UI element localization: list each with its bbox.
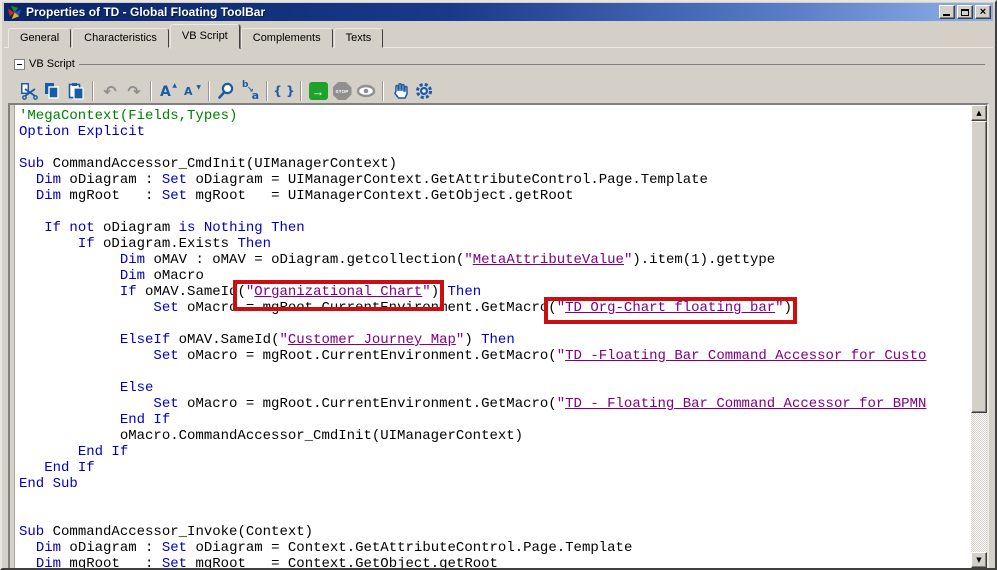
tab-texts[interactable]: Texts: [334, 28, 384, 48]
titlebar[interactable]: Properties of TD - Global Floating ToolB…: [4, 3, 993, 21]
code-line: Dim oDiagram : Set oDiagram = Context.Ge…: [19, 540, 971, 556]
code-area[interactable]: 'MegaContext(Fields,Types)Option Explici…: [16, 105, 971, 568]
close-icon: ×: [980, 7, 986, 17]
braces-icon: { }: [273, 84, 294, 98]
code-editor: 'MegaContext(Fields,Types)Option Explici…: [8, 103, 989, 570]
code-line: [19, 508, 971, 524]
code-line: Option Explicit: [19, 124, 971, 140]
code-line: Dim mgRoot : Set mgRoot = UIManagerConte…: [19, 188, 971, 204]
window-controls: ×: [939, 5, 991, 19]
code-line: Sub CommandAccessor_Invoke(Context): [19, 524, 971, 540]
minimize-icon: [943, 14, 950, 16]
code-line: Dim oMacro: [19, 268, 971, 284]
vertical-scrollbar[interactable]: ▲ ▼: [971, 105, 987, 568]
font-increase-button[interactable]: A▲: [156, 80, 180, 102]
groupbox-header: VB Script: [14, 57, 985, 71]
replace-icon: b↘a: [241, 82, 259, 100]
code-line: If not oDiagram is Nothing Then: [19, 220, 971, 236]
font-decrease-icon: A▼: [183, 82, 201, 100]
maximize-button[interactable]: [957, 5, 973, 19]
tab-vb-script[interactable]: VB Script: [170, 24, 240, 49]
code-line: Sub CommandAccessor_CmdInit(UIManagerCon…: [19, 156, 971, 172]
copy-icon: [43, 82, 61, 100]
braces-button[interactable]: { }: [272, 80, 296, 102]
content-panel: VB Script: [4, 47, 993, 570]
code-line: Dim oMAV : oMAV = oDiagram.getcollection…: [19, 252, 971, 268]
tab-general[interactable]: General: [8, 28, 71, 48]
font-increase-icon: A▲: [159, 82, 177, 100]
eye-icon: [356, 82, 376, 100]
font-decrease-button[interactable]: A▼: [180, 80, 204, 102]
tab-bar: General Characteristics VB Script Comple…: [8, 23, 384, 48]
code-line: End If: [19, 412, 971, 428]
down-arrow-icon: ▼: [976, 552, 981, 568]
toolbar-separator: [266, 81, 268, 101]
search-icon: [217, 82, 235, 100]
hand-icon: [391, 82, 409, 100]
code-line: [19, 140, 971, 156]
script-toolbar: ↶ ↷ A▲ A▼ b↘a { } → STOP: [16, 79, 436, 103]
scroll-up-button[interactable]: ▲: [971, 105, 987, 121]
paste-button[interactable]: [64, 80, 88, 102]
code-line: End If: [19, 460, 971, 476]
code-line: [19, 364, 971, 380]
toolbar-separator: [92, 81, 94, 101]
run-icon: →: [309, 82, 328, 100]
stop-icon: STOP: [333, 82, 352, 100]
code-line: [19, 492, 971, 508]
code-line: [19, 316, 971, 332]
code-line: End If: [19, 444, 971, 460]
scroll-thumb[interactable]: [971, 121, 987, 413]
code-line: If oMAV.SameId("Organizational Chart") T…: [19, 284, 971, 300]
undo-button[interactable]: ↶: [98, 80, 122, 102]
groupbox-label: VB Script: [29, 58, 75, 70]
copy-button[interactable]: [40, 80, 64, 102]
code-line: Set oMacro = mgRoot.CurrentEnvironment.G…: [19, 300, 971, 316]
replace-button[interactable]: b↘a: [238, 80, 262, 102]
paste-icon: [67, 82, 85, 100]
properties-dialog: Properties of TD - Global Floating ToolB…: [0, 0, 997, 570]
tab-characteristics[interactable]: Characteristics: [72, 28, 169, 48]
code-line: Dim oDiagram : Set oDiagram = UIManagerC…: [19, 172, 971, 188]
editor-gutter: [10, 105, 15, 568]
scroll-down-button[interactable]: ▼: [971, 552, 987, 568]
code-line: If oDiagram.Exists Then: [19, 236, 971, 252]
app-icon: [7, 5, 22, 20]
toolbar-separator: [382, 81, 384, 101]
code-line: Else: [19, 380, 971, 396]
code-line: ElseIf oMAV.SameId("Customer Journey Map…: [19, 332, 971, 348]
collapse-button[interactable]: [14, 59, 25, 70]
pan-button[interactable]: [388, 80, 412, 102]
minimize-button[interactable]: [939, 5, 955, 19]
find-button[interactable]: [214, 80, 238, 102]
cut-button[interactable]: [16, 80, 40, 102]
run-button[interactable]: →: [306, 80, 330, 102]
up-arrow-icon: ▲: [976, 105, 981, 121]
tab-complements[interactable]: Complements: [241, 28, 333, 48]
code-line: 'MegaContext(Fields,Types): [19, 108, 971, 124]
undo-icon: ↶: [103, 82, 116, 101]
gear-icon: [415, 82, 433, 100]
toolbar-separator: [150, 81, 152, 101]
stop-button[interactable]: STOP: [330, 80, 354, 102]
code-line: oMacro.CommandAccessor_CmdInit(UIManager…: [19, 428, 971, 444]
close-button[interactable]: ×: [975, 5, 991, 19]
code-line: [19, 204, 971, 220]
maximize-icon: [961, 9, 969, 16]
cut-icon: [19, 82, 38, 100]
groupbox-rule: [79, 64, 985, 65]
code-line: End Sub: [19, 476, 971, 492]
settings-button[interactable]: [412, 80, 436, 102]
redo-icon: ↷: [127, 82, 140, 101]
redo-button[interactable]: ↷: [122, 80, 146, 102]
code-line: Dim mgRoot : Set mgRoot = Context.GetObj…: [19, 556, 971, 568]
watch-button[interactable]: [354, 80, 378, 102]
toolbar-separator: [300, 81, 302, 101]
code-line: Set oMacro = mgRoot.CurrentEnvironment.G…: [19, 348, 971, 364]
toolbar-separator: [208, 81, 210, 101]
minus-icon: [17, 64, 22, 65]
window-title: Properties of TD - Global Floating ToolB…: [26, 5, 939, 19]
code-line: Set oMacro = mgRoot.CurrentEnvironment.G…: [19, 396, 971, 412]
